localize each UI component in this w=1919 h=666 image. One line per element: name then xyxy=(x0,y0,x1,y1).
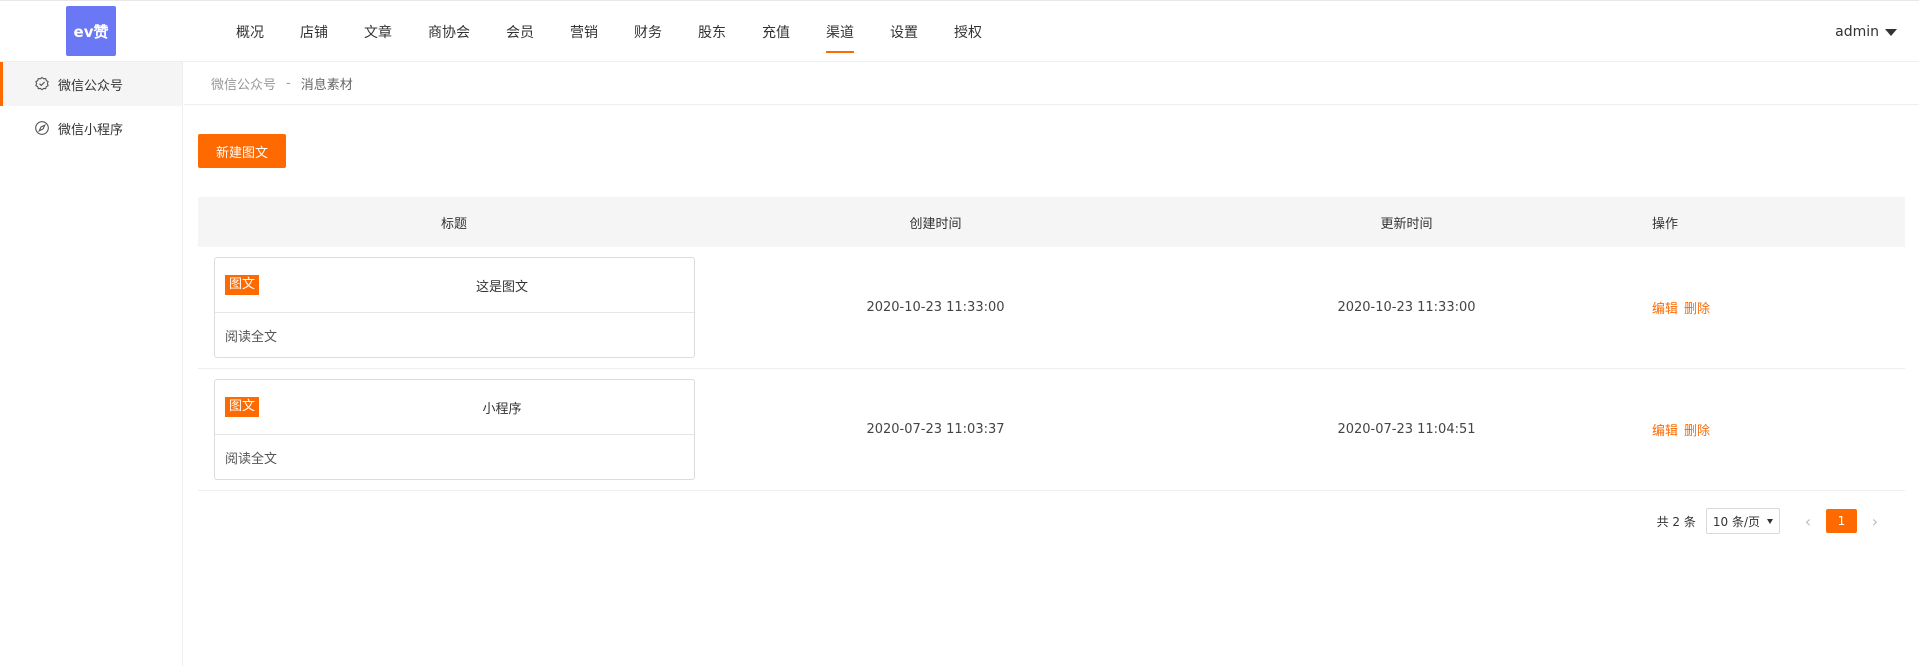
breadcrumb-separator: - xyxy=(286,75,291,91)
nav-item-overview[interactable]: 概况 xyxy=(236,1,264,63)
nav-item-chambers[interactable]: 商协会 xyxy=(428,1,470,63)
nav-label: 财务 xyxy=(634,25,662,41)
sidebar: 微信公众号 微信小程序 xyxy=(0,62,183,666)
sidebar-item-wechat-miniprogram[interactable]: 微信小程序 xyxy=(0,106,182,150)
nav-label: 店铺 xyxy=(300,25,328,41)
article-card: 图文 这是图文 阅读全文 xyxy=(214,257,695,358)
nav-label: 授权 xyxy=(954,25,982,41)
article-card-header: 图文 这是图文 xyxy=(215,258,694,313)
table-row: 图文 这是图文 阅读全文 2020-10-23 11:33:00 2020-10… xyxy=(198,247,1905,369)
compass-icon xyxy=(34,120,50,136)
total-count: 共 2 条 xyxy=(1656,514,1696,529)
nav-item-shareholders[interactable]: 股东 xyxy=(698,1,726,63)
breadcrumb-parent[interactable]: 微信公众号 xyxy=(211,74,276,93)
table-header: 标题 创建时间 更新时间 操作 xyxy=(198,197,1905,247)
column-header-updated: 更新时间 xyxy=(1380,216,1433,232)
nav-label: 设置 xyxy=(890,25,918,41)
nav-label: 商协会 xyxy=(428,25,470,41)
user-name: admin xyxy=(1835,24,1879,40)
edit-link[interactable]: 编辑 xyxy=(1652,298,1678,317)
delete-link[interactable]: 删除 xyxy=(1684,420,1710,439)
column-header-created: 创建时间 xyxy=(909,216,962,232)
new-article-button[interactable]: 新建图文 xyxy=(198,134,286,168)
nav-label: 股东 xyxy=(698,25,726,41)
table-row: 图文 小程序 阅读全文 2020-07-23 11:03:37 2020-07-… xyxy=(198,369,1905,491)
column-header-actions: 操作 xyxy=(1652,213,1905,232)
nav-item-channels[interactable]: 渠道 xyxy=(826,1,854,63)
column-header-actions-label: 操作 xyxy=(1652,216,1679,232)
caret-down-icon xyxy=(1885,28,1897,36)
title-cell: 图文 小程序 阅读全文 xyxy=(198,379,710,480)
nav-item-authorization[interactable]: 授权 xyxy=(954,1,982,63)
article-card-header: 图文 小程序 xyxy=(215,380,694,435)
delete-link[interactable]: 删除 xyxy=(1684,298,1710,317)
sidebar-item-label: 微信公众号 xyxy=(58,78,124,94)
nav-item-recharge[interactable]: 充值 xyxy=(762,1,790,63)
page-size-value: 10 条/页 xyxy=(1712,514,1760,529)
page-size-select[interactable]: 10 条/页 xyxy=(1705,508,1780,534)
pagination: 共 2 条 10 条/页 ‹ 1 › xyxy=(1657,508,1885,534)
dropdown-arrow-icon xyxy=(1767,518,1773,524)
nav-label: 充值 xyxy=(762,25,790,41)
nav-item-articles[interactable]: 文章 xyxy=(364,1,392,63)
next-page-icon[interactable]: › xyxy=(1865,508,1885,534)
article-title: 这是图文 xyxy=(475,279,528,295)
page-number-current[interactable]: 1 xyxy=(1826,509,1857,533)
check-badge-icon xyxy=(34,76,50,92)
read-more-link[interactable]: 阅读全文 xyxy=(215,435,694,480)
materials-table: 标题 创建时间 更新时间 操作 图文 这是图文 阅读全文 2020-10-23 … xyxy=(198,197,1905,491)
nav-label: 营销 xyxy=(570,25,598,41)
sidebar-item-label: 微信小程序 xyxy=(58,122,124,138)
main-nav: 概况 店铺 文章 商协会 会员 营销 财务 股东 充值 渠道 设置 授权 xyxy=(236,1,1018,63)
sidebar-item-wechat-official[interactable]: 微信公众号 xyxy=(0,62,182,106)
breadcrumb-current: 消息素材 xyxy=(300,77,353,93)
nav-label: 概况 xyxy=(236,25,264,41)
nav-item-finance[interactable]: 财务 xyxy=(634,1,662,63)
column-header-title: 标题 xyxy=(440,216,467,232)
article-type-tag: 图文 xyxy=(225,397,260,417)
nav-item-marketing[interactable]: 营销 xyxy=(570,1,598,63)
nav-item-stores[interactable]: 店铺 xyxy=(300,1,328,63)
article-title: 小程序 xyxy=(482,401,522,417)
nav-label: 会员 xyxy=(506,25,534,41)
app-logo[interactable]: ev赞 xyxy=(66,6,116,56)
logo-text: ev赞 xyxy=(73,22,109,41)
actions-cell: 编辑 删除 xyxy=(1652,420,1905,439)
created-time: 2020-10-23 11:33:00 xyxy=(866,300,1005,315)
breadcrumb: 微信公众号 - 消息素材 xyxy=(184,62,1919,105)
actions-cell: 编辑 删除 xyxy=(1652,298,1905,317)
read-more-link[interactable]: 阅读全文 xyxy=(215,313,694,358)
updated-time: 2020-07-23 11:04:51 xyxy=(1337,422,1476,437)
top-bar: ev赞 概况 店铺 文章 商协会 会员 营销 财务 股东 充值 渠道 设置 授权… xyxy=(0,0,1919,62)
prev-page-icon[interactable]: ‹ xyxy=(1798,508,1818,534)
created-time: 2020-07-23 11:03:37 xyxy=(866,422,1005,437)
nav-label: 文章 xyxy=(364,25,392,41)
article-card: 图文 小程序 阅读全文 xyxy=(214,379,695,480)
article-type-tag: 图文 xyxy=(225,275,260,295)
title-cell: 图文 这是图文 阅读全文 xyxy=(198,257,710,358)
nav-item-members[interactable]: 会员 xyxy=(506,1,534,63)
updated-time: 2020-10-23 11:33:00 xyxy=(1337,300,1476,315)
nav-item-settings[interactable]: 设置 xyxy=(890,1,918,63)
edit-link[interactable]: 编辑 xyxy=(1652,420,1678,439)
user-menu[interactable]: admin xyxy=(1835,1,1897,63)
nav-label: 渠道 xyxy=(826,25,854,41)
